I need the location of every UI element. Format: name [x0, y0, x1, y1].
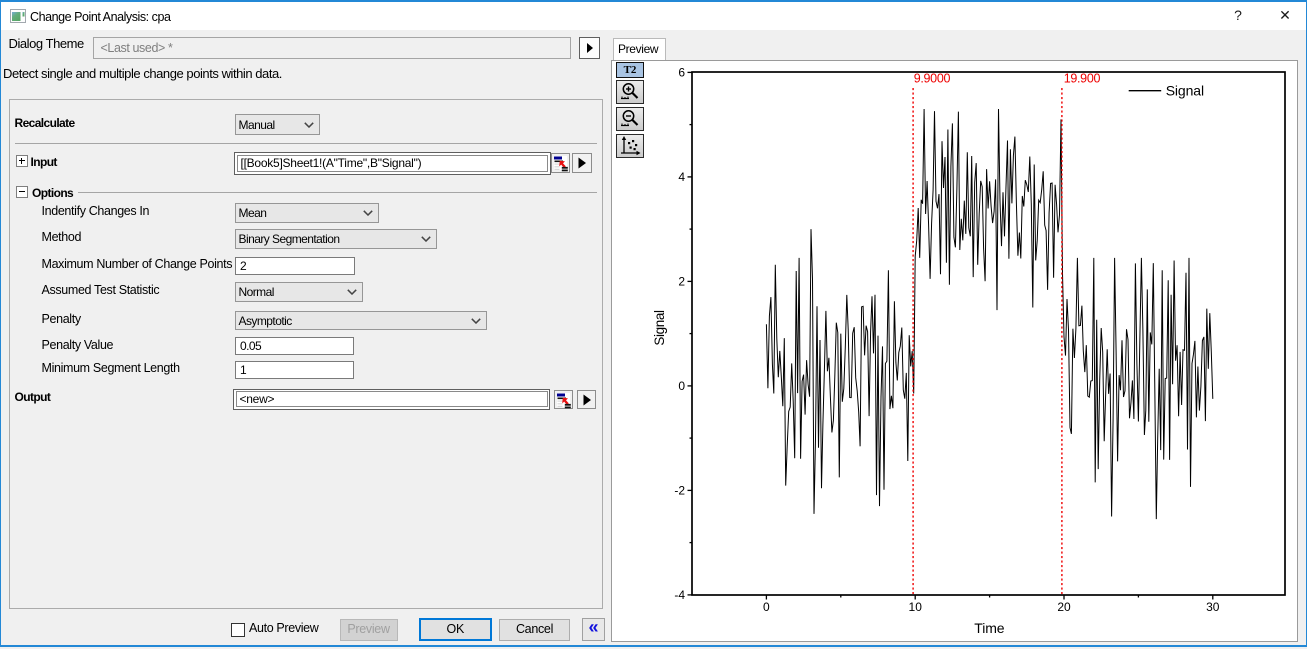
svg-text:-4: -4 — [674, 588, 685, 602]
svg-text:-2: -2 — [674, 484, 685, 498]
svg-text:0: 0 — [763, 600, 770, 614]
svg-text:19.900: 19.900 — [1064, 72, 1101, 86]
svg-text:4: 4 — [678, 170, 685, 184]
svg-text:2: 2 — [678, 275, 685, 289]
svg-text:20: 20 — [1057, 600, 1071, 614]
svg-text:0: 0 — [678, 379, 685, 393]
svg-text:10: 10 — [909, 600, 923, 614]
svg-text:30: 30 — [1206, 600, 1220, 614]
svg-text:9.9000: 9.9000 — [914, 72, 951, 86]
svg-text:Time: Time — [974, 620, 1005, 636]
svg-text:Signal: Signal — [652, 310, 667, 346]
svg-text:6: 6 — [678, 66, 685, 80]
svg-text:Signal: Signal — [1166, 82, 1204, 98]
